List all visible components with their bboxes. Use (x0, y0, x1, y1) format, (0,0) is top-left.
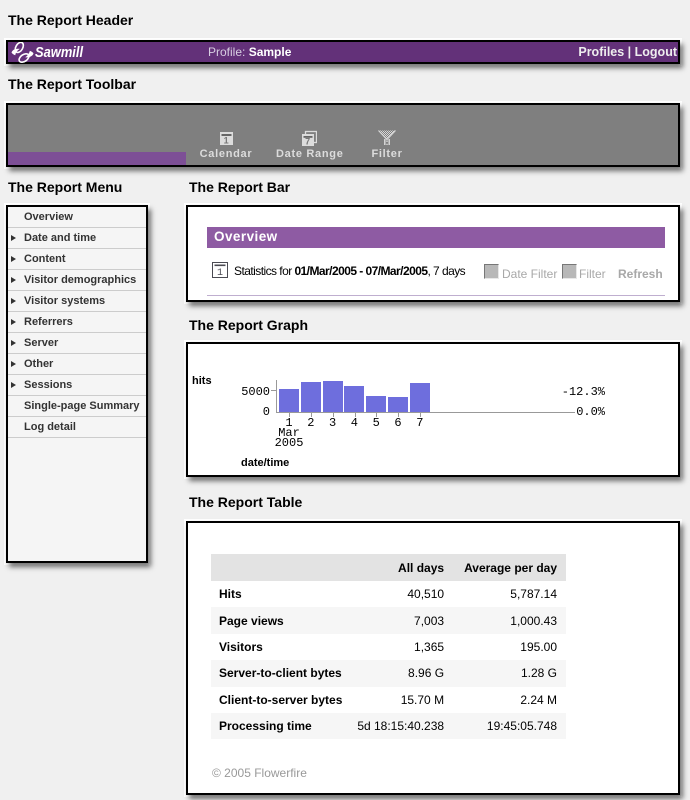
svg-text:1: 1 (217, 268, 223, 278)
svg-text:7: 7 (305, 137, 311, 147)
svg-text:1: 1 (223, 136, 229, 146)
